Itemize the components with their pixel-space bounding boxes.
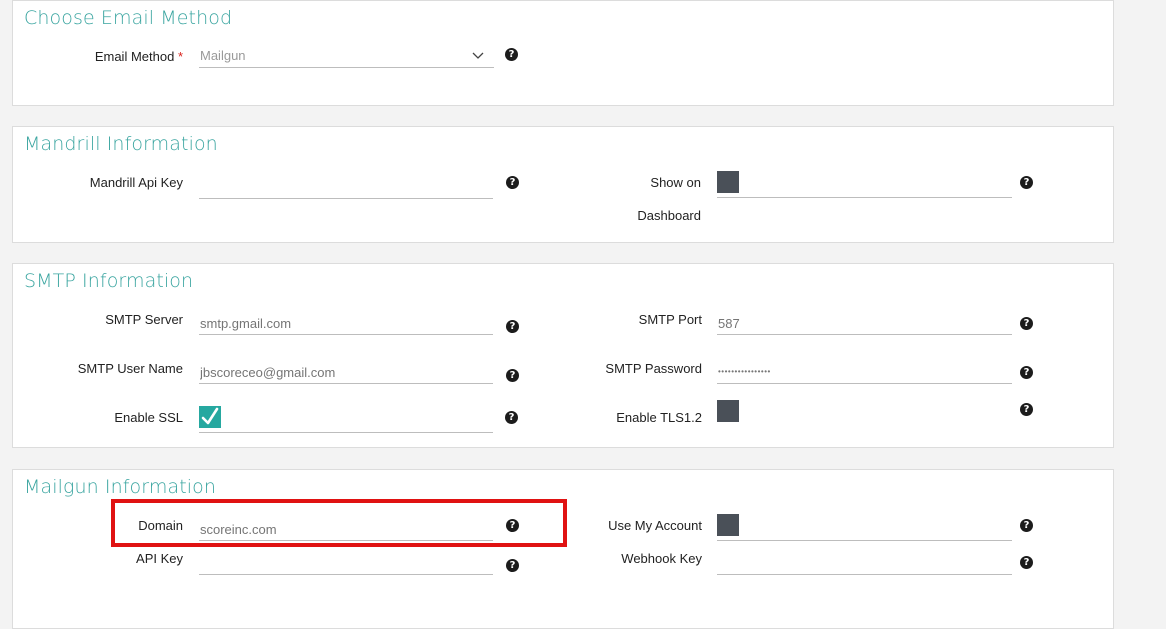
- mandrill-api-key-label: Mandrill Api Key: [89, 175, 183, 190]
- enable-ssl-help-icon[interactable]: ?: [505, 411, 518, 424]
- mandrill-api-key-help-icon[interactable]: ?: [506, 176, 519, 189]
- smtp-password-label: SMTP Password: [605, 361, 702, 376]
- smtp-port-field[interactable]: [717, 313, 1013, 333]
- smtp-port-label: SMTP Port: [638, 312, 702, 327]
- use-my-account-help-icon[interactable]: ?: [1020, 519, 1033, 532]
- chevron-down-icon: [472, 52, 484, 59]
- webhook-key-field[interactable]: [717, 553, 1013, 573]
- mailgun-api-key-input[interactable]: [199, 553, 494, 575]
- smtp-server-field[interactable]: [199, 313, 494, 333]
- smtp-port-input[interactable]: [717, 313, 1013, 335]
- show-on-dashboard-checkbox[interactable]: [717, 171, 739, 193]
- required-marker: *: [177, 49, 183, 64]
- show-on-dashboard-label-line1: Show on: [650, 175, 701, 190]
- mailgun-api-key-field[interactable]: [199, 553, 494, 573]
- show-on-dashboard-label-line2: Dashboard: [637, 208, 701, 223]
- smtp-user-input[interactable]: [199, 362, 494, 384]
- enable-ssl-label: Enable SSL: [114, 410, 183, 425]
- webhook-key-input[interactable]: [717, 553, 1013, 575]
- mailgun-title: Mailgun Information: [24, 476, 217, 498]
- webhook-key-help-icon[interactable]: ?: [1020, 556, 1033, 569]
- use-my-account-field: [717, 519, 1012, 541]
- show-on-dashboard-help-icon[interactable]: ?: [1020, 176, 1033, 189]
- smtp-server-help-icon[interactable]: ?: [506, 320, 519, 333]
- smtp-password-input[interactable]: ••••••••••••••••: [717, 362, 1012, 384]
- smtp-user-label: SMTP User Name: [77, 361, 183, 376]
- mailgun-panel: Mailgun Information: [12, 469, 1114, 629]
- email-method-label: Email Method *: [60, 49, 183, 64]
- smtp-port-help-icon[interactable]: ?: [1020, 317, 1033, 330]
- mailgun-api-key-label: API Key: [136, 551, 183, 566]
- mandrill-api-key-input[interactable]: [199, 177, 494, 199]
- use-my-account-label: Use My Account: [608, 518, 702, 533]
- smtp-user-help-icon[interactable]: ?: [506, 369, 519, 382]
- smtp-server-label: SMTP Server: [105, 312, 183, 327]
- email-method-value: Mailgun: [200, 48, 246, 63]
- email-method-label-text: Email Method: [94, 49, 175, 64]
- checkmark-icon: [201, 407, 219, 425]
- email-method-select[interactable]: Mailgun: [199, 46, 494, 68]
- mandrill-api-key-field[interactable]: [199, 177, 494, 197]
- smtp-user-field[interactable]: [199, 362, 494, 382]
- email-method-title: Choose Email Method: [24, 7, 233, 29]
- domain-highlight-box: [111, 499, 567, 547]
- mandrill-title: Mandrill Information: [24, 133, 218, 155]
- mailgun-api-key-help-icon[interactable]: ?: [506, 559, 519, 572]
- enable-ssl-checkbox[interactable]: [199, 406, 221, 428]
- smtp-title: SMTP Information: [24, 270, 194, 292]
- smtp-server-input[interactable]: [199, 313, 494, 335]
- email-method-help-icon[interactable]: ?: [505, 48, 518, 61]
- enable-tls-checkbox[interactable]: [717, 400, 739, 422]
- enable-tls-help-icon[interactable]: ?: [1020, 403, 1033, 416]
- webhook-key-label: Webhook Key: [621, 551, 702, 566]
- use-my-account-checkbox[interactable]: [717, 514, 739, 536]
- enable-tls-label: Enable TLS1.2: [616, 410, 702, 425]
- smtp-password-help-icon[interactable]: ?: [1020, 366, 1033, 379]
- smtp-password-value: ••••••••••••••••: [718, 367, 771, 376]
- show-on-dashboard-field: [717, 176, 1012, 198]
- enable-ssl-field: [199, 411, 493, 433]
